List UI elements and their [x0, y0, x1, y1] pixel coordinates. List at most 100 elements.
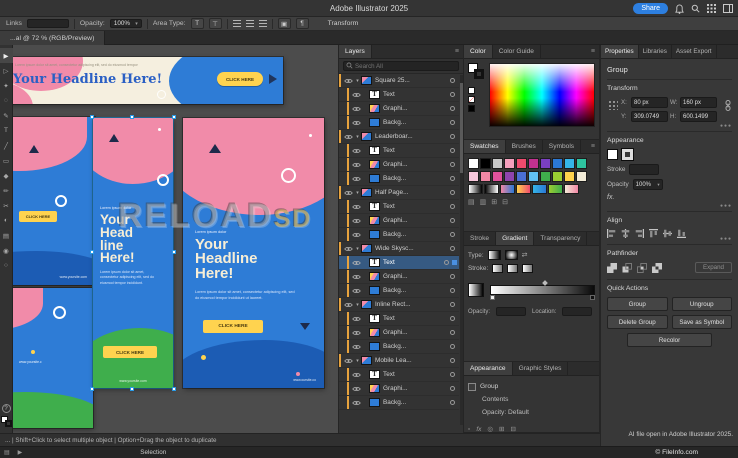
align-paragraph-right-icon[interactable]: [258, 20, 267, 27]
selection-handle[interactable]: [130, 115, 134, 119]
y-input[interactable]: 309.0749: [631, 111, 668, 122]
lasso-tool[interactable]: ◌: [0, 93, 13, 108]
artboard-partial-left-bottom[interactable]: www.yoursite.c: [13, 288, 93, 428]
visibility-eye-icon[interactable]: [351, 330, 362, 336]
align-left-icon[interactable]: [607, 229, 616, 238]
layer-row[interactable]: Backg...: [339, 396, 459, 410]
layer-label[interactable]: Text: [383, 91, 448, 98]
x-input[interactable]: 80 px: [631, 97, 668, 108]
none-chip[interactable]: [468, 96, 475, 103]
disclosure-triangle-icon[interactable]: ▾: [354, 302, 361, 308]
layer-row[interactable]: Graphi...: [339, 326, 459, 340]
tab-swatches[interactable]: Swatches: [464, 140, 506, 153]
target-circle-icon[interactable]: [450, 78, 455, 83]
color-swatch[interactable]: [552, 171, 563, 182]
disclosure-triangle-icon[interactable]: ▾: [354, 134, 361, 140]
layer-label[interactable]: Graphi...: [383, 161, 448, 168]
layer-row[interactable]: Backg...: [339, 116, 459, 130]
area-type-vertical-button[interactable]: ⊤: [208, 18, 222, 29]
color-panel-menu-icon[interactable]: ≡: [587, 45, 599, 58]
selection-handle[interactable]: [172, 250, 176, 254]
save-as-symbol-button[interactable]: Save as Symbol: [671, 315, 732, 329]
color-swatch[interactable]: [504, 171, 515, 182]
visibility-eye-icon[interactable]: [351, 316, 362, 322]
stroke-gradient-within-icon[interactable]: [492, 264, 504, 273]
align-right-icon[interactable]: [635, 229, 644, 238]
visibility-eye-icon[interactable]: [343, 134, 354, 140]
gradient-midpoint-handle[interactable]: [541, 280, 548, 286]
layer-label[interactable]: Mobile Lea...: [375, 357, 448, 364]
layer-label[interactable]: Inline Rect...: [375, 301, 448, 308]
layer-row[interactable]: Backg...: [339, 340, 459, 354]
visibility-eye-icon[interactable]: [351, 218, 362, 224]
canvas[interactable]: Lorem ipsum dolor sit amet, consectetur …: [13, 45, 338, 433]
exclude-icon[interactable]: [652, 262, 662, 273]
visibility-eye-icon[interactable]: [343, 78, 354, 84]
recolor-button[interactable]: Recolor: [627, 333, 712, 347]
target-circle-icon[interactable]: [450, 120, 455, 125]
layer-row[interactable]: T Text: [339, 88, 459, 102]
gradient-stop-start[interactable]: [490, 295, 495, 300]
tab-symbols[interactable]: Symbols: [543, 140, 582, 153]
visibility-eye-icon[interactable]: [351, 204, 362, 210]
layers-scrollbar[interactable]: [460, 75, 463, 425]
tab-stroke[interactable]: Stroke: [464, 232, 497, 245]
paintbrush-tool[interactable]: ◆: [0, 168, 13, 183]
h-input[interactable]: 600.1499: [680, 111, 717, 122]
layer-row[interactable]: Graphi...: [339, 382, 459, 396]
stroke-width-input[interactable]: [629, 164, 660, 175]
appearance-row-contents[interactable]: Contents: [468, 393, 595, 406]
gradient-swatch[interactable]: [500, 184, 515, 194]
apps-grid-icon[interactable]: [707, 4, 716, 13]
visibility-eye-icon[interactable]: [351, 288, 362, 294]
layer-row[interactable]: ▾ Mobile Lea...: [339, 354, 459, 368]
stroke-gradient-along-icon[interactable]: [507, 264, 519, 273]
layer-label[interactable]: Text: [383, 203, 448, 210]
visibility-eye-icon[interactable]: [351, 232, 362, 238]
artboard-half-page[interactable]: Lorem ipsum dolor Your Headline Here! Lo…: [183, 118, 324, 388]
tab-properties[interactable]: Properties: [601, 45, 639, 58]
stroke-swatch[interactable]: [474, 69, 484, 79]
layer-row[interactable]: Graphi...: [339, 102, 459, 116]
layer-row[interactable]: T Text: [339, 144, 459, 158]
target-circle-icon[interactable]: [450, 232, 455, 237]
duplicate-item-icon[interactable]: ⊞: [499, 425, 504, 433]
direct-selection-tool[interactable]: ▷: [0, 63, 13, 78]
gradient-swatch[interactable]: [564, 184, 579, 194]
layer-label[interactable]: Backg...: [383, 399, 448, 406]
radial-gradient-button[interactable]: [504, 250, 518, 260]
fx-icon[interactable]: fx: [476, 426, 481, 433]
layer-row[interactable]: Backg...: [339, 228, 459, 242]
tab-color-guide[interactable]: Color Guide: [493, 45, 541, 58]
selection-handle[interactable]: [130, 387, 134, 391]
gradient-swatch[interactable]: [548, 184, 563, 194]
layer-row[interactable]: ▾ Leaderboar...: [339, 130, 459, 144]
color-swatch[interactable]: [516, 158, 527, 169]
visibility-eye-icon[interactable]: [351, 120, 362, 126]
line-segment-tool[interactable]: ╱: [0, 138, 13, 153]
layer-row[interactable]: Graphi...: [339, 158, 459, 172]
layer-label[interactable]: Text: [383, 315, 448, 322]
gradient-tool[interactable]: ▤: [0, 228, 13, 243]
layer-label[interactable]: Backg...: [383, 287, 448, 294]
help-icon[interactable]: ?: [1, 404, 11, 413]
character-panel-icon[interactable]: ▣: [277, 18, 291, 29]
gradient-swatch[interactable]: [516, 184, 531, 194]
layer-row[interactable]: Backg...: [339, 172, 459, 186]
type-tool[interactable]: T: [0, 123, 13, 138]
color-swatch[interactable]: [468, 171, 479, 182]
visibility-eye-icon[interactable]: [351, 162, 362, 168]
fill-swatch[interactable]: [607, 149, 618, 160]
clear-appearance-icon[interactable]: ◎: [487, 425, 493, 433]
artboard-wide-skyscraper[interactable]: Lorem ipsum dolor Your Head line Here! L…: [90, 115, 176, 391]
tab-transparency[interactable]: Transparency: [534, 232, 588, 245]
new-swatch-icon[interactable]: ⊞: [491, 198, 497, 206]
layer-row[interactable]: ▾ Half Page...: [339, 186, 459, 200]
stroke-swatch-mini[interactable]: [4, 420, 12, 427]
search-icon[interactable]: [691, 4, 700, 13]
color-swatch[interactable]: [564, 158, 575, 169]
align-paragraph-center-icon[interactable]: [245, 20, 254, 27]
visibility-eye-icon[interactable]: [351, 274, 362, 280]
rectangle-tool[interactable]: ▭: [0, 153, 13, 168]
color-spectrum[interactable]: [489, 63, 595, 127]
